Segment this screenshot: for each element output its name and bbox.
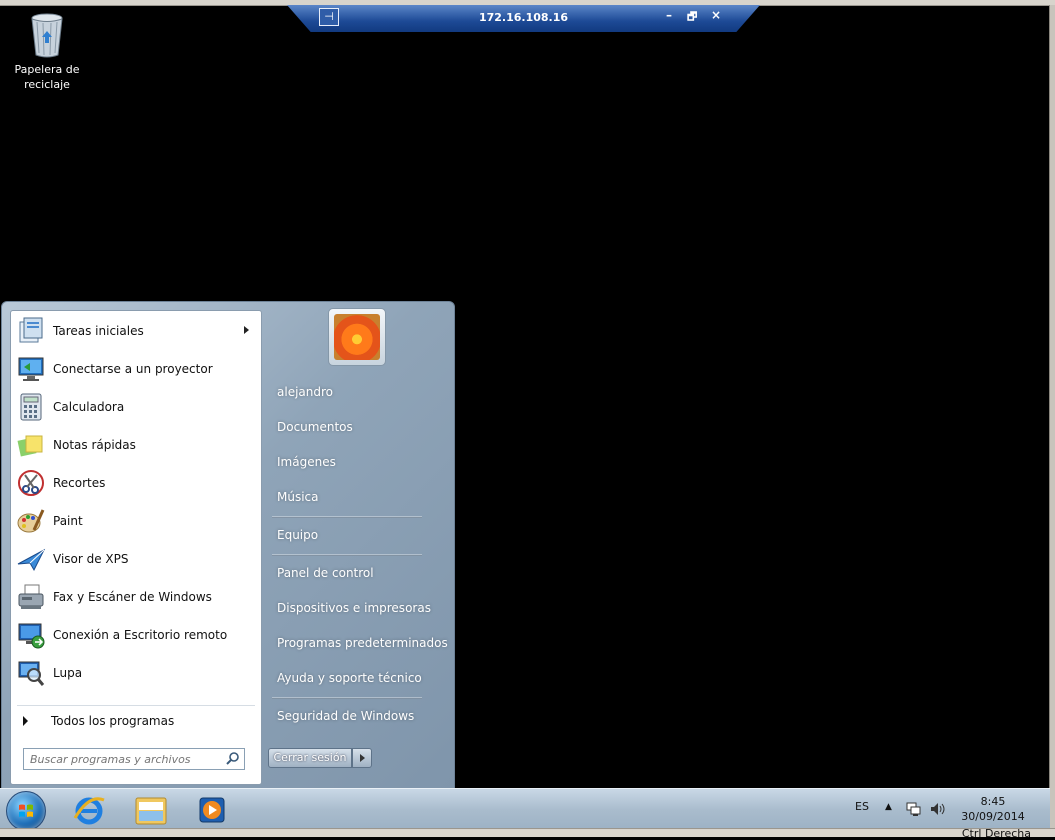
recycle-bin-icon: [31, 13, 63, 58]
recycle-bin-label-1: Papelera de: [14, 63, 80, 76]
volume-icon[interactable]: [929, 801, 947, 817]
rdp-minimize-button[interactable]: –: [666, 8, 672, 22]
program-item-calculadora[interactable]: Calculadora: [11, 389, 261, 425]
program-label: Paint: [53, 514, 83, 528]
host-window-right-edge: [1049, 5, 1055, 830]
flower-picture: [334, 314, 380, 360]
right-item-documents[interactable]: Documentos: [277, 420, 353, 434]
taskbar-explorer[interactable]: [126, 792, 176, 828]
program-label: Calculadora: [53, 400, 125, 414]
language-indicator[interactable]: ES: [855, 800, 869, 813]
taskbar: ES ▲ 8:45 30/09/2014: [0, 788, 1050, 831]
search-icon[interactable]: [226, 751, 240, 765]
right-item-default-programs[interactable]: Programas predeterminados: [277, 636, 448, 650]
show-hidden-icons-button[interactable]: ▲: [885, 802, 892, 812]
remote-desktop-icon: [18, 623, 45, 649]
program-item-recortes[interactable]: Recortes: [11, 465, 261, 501]
all-programs-arrow-icon: [23, 716, 28, 726]
host-key-label: Ctrl Derecha: [961, 827, 1031, 840]
snipping-tool-icon: [18, 470, 44, 496]
search-box[interactable]: [23, 748, 245, 770]
program-label: Conexión a Escritorio remoto: [53, 628, 228, 642]
right-item-pictures[interactable]: Imágenes: [277, 455, 336, 469]
program-item-escritorio-remoto[interactable]: Conexión a Escritorio remoto: [11, 617, 261, 653]
search-input[interactable]: [28, 750, 222, 768]
explorer-icon: [135, 797, 167, 825]
clock[interactable]: 8:45 30/09/2014: [958, 794, 1028, 824]
right-item-music[interactable]: Música: [277, 490, 319, 504]
recycle-bin-label-2: reciclaje: [24, 78, 70, 91]
paint-icon: [17, 509, 45, 533]
program-item-lupa[interactable]: Lupa: [11, 655, 261, 691]
rdp-connection-bar: ⊣ 172.16.108.16 – 🗗 ×: [287, 5, 760, 32]
getting-started-icon: [19, 317, 43, 343]
internet-explorer-icon: [73, 797, 105, 825]
program-item-paint[interactable]: Paint: [11, 503, 261, 539]
fax-scanner-icon: [18, 584, 44, 609]
network-icon[interactable]: [905, 801, 923, 817]
programs-separator: [17, 705, 255, 706]
program-label: Recortes: [53, 476, 106, 490]
magnifier-icon: [18, 661, 45, 686]
xps-viewer-icon: [17, 548, 46, 572]
program-item-notas[interactable]: Notas rápidas: [11, 427, 261, 463]
clock-time: 8:45: [980, 795, 1006, 808]
windows-logo-icon: [19, 804, 33, 817]
submenu-arrow-icon: [244, 326, 249, 334]
right-item-security[interactable]: Seguridad de Windows: [277, 709, 414, 723]
shutdown-options-button[interactable]: [352, 748, 372, 768]
chevron-right-icon: [360, 754, 365, 762]
program-item-proyector[interactable]: Conectarse a un proyector: [11, 351, 261, 387]
media-player-icon: [199, 797, 225, 823]
right-separator: [272, 554, 422, 556]
calculator-icon: [20, 393, 42, 421]
logoff-control: Cerrar sesión: [268, 748, 372, 768]
host-status-bar: Ctrl Derecha: [0, 827, 1055, 840]
start-menu-programs-pane: Tareas iniciales Conectarse a un proyect…: [10, 310, 262, 785]
taskbar-media-player[interactable]: [188, 792, 238, 828]
clock-date: 30/09/2014: [961, 810, 1025, 823]
user-account-picture[interactable]: [328, 308, 386, 366]
program-item-xps[interactable]: Visor de XPS: [11, 541, 261, 577]
program-item-fax[interactable]: Fax y Escáner de Windows: [11, 579, 261, 615]
taskbar-internet-explorer[interactable]: [64, 792, 114, 828]
right-separator: [272, 516, 422, 518]
right-item-control-panel[interactable]: Panel de control: [277, 566, 374, 580]
program-label: Lupa: [53, 666, 83, 680]
sticky-notes-icon: [17, 435, 43, 457]
program-label: Visor de XPS: [53, 552, 129, 566]
program-item-tareas-iniciales[interactable]: Tareas iniciales: [11, 313, 261, 349]
all-programs-label: Todos los programas: [51, 714, 175, 728]
start-button[interactable]: [6, 791, 46, 831]
program-label: Fax y Escáner de Windows: [53, 590, 212, 604]
recycle-bin-shortcut[interactable]: Papelera de reciclaje: [12, 12, 82, 92]
rdp-close-button[interactable]: ×: [711, 8, 721, 22]
right-item-devices[interactable]: Dispositivos e impresoras: [277, 601, 431, 615]
program-label: Conectarse a un proyector: [53, 362, 213, 376]
right-separator: [272, 697, 422, 699]
program-label: Tareas iniciales: [53, 324, 144, 338]
start-menu: Tareas iniciales Conectarse a un proyect…: [1, 301, 455, 790]
right-item-help[interactable]: Ayuda y soporte técnico: [277, 671, 422, 685]
right-item-user[interactable]: alejandro: [277, 385, 333, 399]
right-item-computer[interactable]: Equipo: [277, 528, 318, 542]
program-label: Notas rápidas: [53, 438, 136, 452]
rdp-restore-button[interactable]: 🗗: [687, 8, 697, 27]
all-programs-button[interactable]: Todos los programas: [11, 711, 261, 733]
projector-icon: [18, 357, 44, 381]
logoff-button[interactable]: Cerrar sesión: [268, 748, 352, 768]
